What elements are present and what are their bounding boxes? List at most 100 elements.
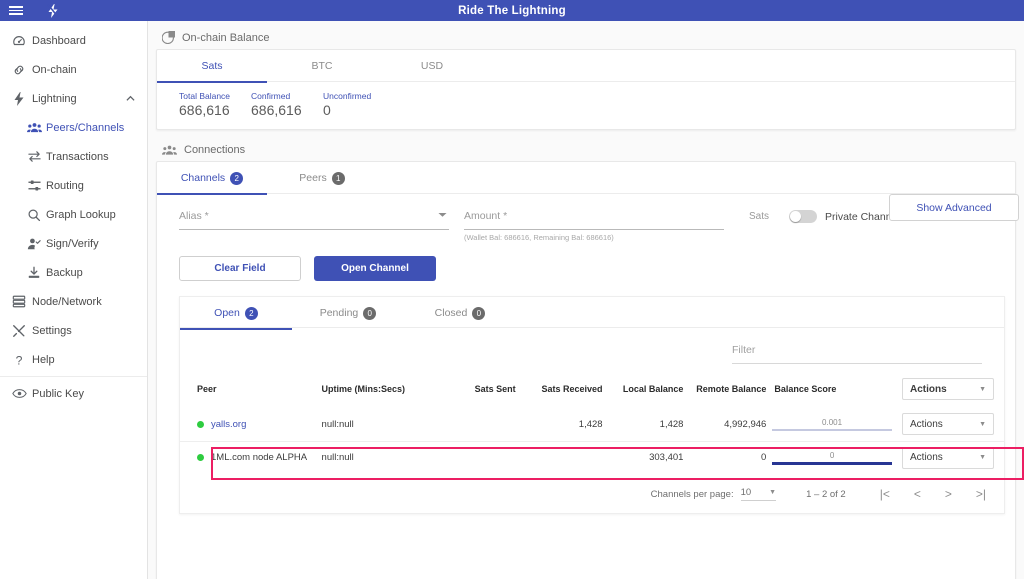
filter-row: Filter — [180, 328, 1004, 364]
pie-chart-icon — [162, 31, 175, 44]
search-icon — [22, 208, 46, 222]
sidebar-item-help[interactable]: ? Help — [0, 345, 147, 374]
tab-label: Open — [214, 307, 240, 319]
sidebar-item-dashboard[interactable]: Dashboard — [0, 26, 147, 55]
chevron-down-icon: ▼ — [979, 420, 986, 428]
sidebar-item-settings[interactable]: Settings — [0, 316, 147, 345]
stat-confirmed: Confirmed 686,616 — [251, 91, 323, 118]
cell-remote-balance: 0 — [683, 440, 767, 474]
show-advanced-button[interactable]: Show Advanced — [889, 194, 1019, 221]
tab-label: Sats — [201, 60, 223, 72]
actions-label: Actions — [910, 418, 943, 430]
tab-closed[interactable]: Closed 0 — [404, 297, 516, 329]
sidebar-item-routing[interactable]: Routing — [0, 171, 147, 200]
tab-badge: 2 — [230, 171, 244, 185]
connections-card: Channels 2 Peers 1 Alias * Amount * (Wal… — [156, 161, 1019, 579]
row-actions-button[interactable]: Actions ▼ — [902, 413, 994, 436]
amount-field[interactable]: Amount * (Wallet Bal: 686616, Remaining … — [464, 210, 769, 242]
onchain-balance-card: Sats BTC USD Total Balance 686,616 Confi… — [156, 49, 1016, 130]
tab-badge: 0 — [472, 306, 486, 320]
cell-sats-received: 1,428 — [578, 418, 603, 430]
tab-label: Peers — [299, 172, 327, 184]
tools-icon — [6, 324, 32, 338]
section-title: Connections — [184, 144, 246, 156]
amount-label: Amount * — [464, 210, 508, 222]
question-icon: ? — [6, 353, 32, 367]
sidebar-item-label: Backup — [46, 266, 83, 279]
balance-stats: Total Balance 686,616 Confirmed 686,616 … — [157, 82, 1015, 129]
sidebar-item-label: Graph Lookup — [46, 208, 116, 221]
server-icon — [6, 295, 32, 308]
top-bar: Ride The Lightning — [0, 0, 1024, 21]
private-channel-toggle[interactable] — [789, 210, 817, 223]
open-channel-button[interactable]: Open Channel — [314, 256, 436, 281]
tab-badge: 2 — [244, 306, 258, 320]
table-body: yalls.org null:null 1,428 1,428 4,992,94… — [180, 408, 1004, 474]
peer-name[interactable]: yalls.org — [211, 419, 246, 430]
stat-value: 686,616 — [251, 102, 302, 118]
hamburger-menu-icon[interactable] — [9, 6, 23, 15]
tab-peers[interactable]: Peers 1 — [267, 162, 377, 194]
sidebar-item-backup[interactable]: Backup — [0, 258, 147, 287]
balance-score-value: 0 — [829, 451, 835, 460]
tab-label: BTC — [311, 60, 333, 72]
clear-field-button[interactable]: Clear Field — [179, 256, 301, 281]
row-actions-button[interactable]: Actions ▼ — [902, 446, 994, 469]
last-page-icon[interactable]: >| — [976, 487, 986, 501]
sidebar-item-peers-channels[interactable]: Peers/Channels — [0, 113, 147, 142]
per-page-value: 10 — [740, 487, 752, 498]
cell-remote-balance: 4,992,946 — [724, 418, 767, 430]
tab-usd[interactable]: USD — [377, 50, 487, 82]
stat-unconfirmed: Unconfirmed 0 — [323, 91, 395, 118]
column-header-balance-score: Balance Score — [774, 384, 837, 394]
stat-value: 0 — [323, 102, 331, 118]
table-row[interactable]: 1ML.com node ALPHA null:null 303,401 0 0 — [180, 440, 1004, 474]
first-page-icon[interactable]: |< — [880, 487, 890, 501]
sidebar-item-label: Node/Network — [32, 295, 102, 308]
chevron-down-icon[interactable] — [438, 212, 447, 218]
sidebar-item-transactions[interactable]: Transactions — [0, 142, 147, 171]
table-row[interactable]: yalls.org null:null 1,428 1,428 4,992,94… — [180, 408, 1004, 441]
tab-label: Channels — [180, 172, 226, 184]
sidebar-item-lightning[interactable]: Lightning — [0, 84, 147, 113]
sidebar-item-public-key[interactable]: Public Key — [0, 379, 147, 408]
chevron-up-icon[interactable] — [126, 95, 135, 102]
cell-sats-received — [515, 440, 603, 474]
chevron-down-icon: ▼ — [769, 489, 777, 496]
tab-sats[interactable]: Sats — [157, 50, 267, 83]
balance-currency-tabs: Sats BTC USD — [157, 50, 1015, 83]
sidebar-divider — [0, 376, 147, 377]
column-header-sats-sent: Sats Sent — [474, 384, 516, 394]
sidebar-item-label: On-chain — [32, 63, 77, 76]
previous-page-icon[interactable]: < — [914, 487, 921, 501]
tab-btc[interactable]: BTC — [267, 50, 377, 82]
sidebar-item-on-chain[interactable]: On-chain — [0, 55, 147, 84]
sidebar-item-node-network[interactable]: Node/Network — [0, 287, 147, 316]
routing-icon — [22, 179, 46, 192]
cell-peer: 1ML.com node ALPHA — [180, 440, 322, 474]
sidebar-item-label: Routing — [46, 179, 84, 192]
sidebar-item-label: Transactions — [46, 150, 109, 163]
people-group-icon — [22, 121, 46, 134]
open-channel-form: Alias * Amount * (Wallet Bal: 686616, Re… — [157, 194, 1019, 242]
private-channel-toggle-group[interactable]: Private Channel — [789, 210, 900, 223]
filter-field[interactable]: Filter — [732, 344, 982, 364]
column-header-remote-balance: Remote Balance — [696, 384, 767, 394]
actions-header-button[interactable]: Actions ▼ — [902, 378, 994, 400]
cell-local-balance: 1,428 — [659, 418, 684, 430]
tab-pending[interactable]: Pending 0 — [292, 297, 404, 329]
peer-name: 1ML.com node ALPHA — [211, 452, 308, 464]
alias-field[interactable]: Alias * — [179, 210, 449, 230]
sidebar-item-sign-verify[interactable]: Sign/Verify — [0, 229, 147, 258]
sidebar-item-label: Dashboard — [32, 34, 86, 47]
tab-open[interactable]: Open 2 — [180, 297, 292, 330]
lightning-bolt-icon[interactable] — [47, 3, 59, 18]
cell-peer: yalls.org — [180, 408, 322, 441]
sidebar-item-graph-lookup[interactable]: Graph Lookup — [0, 200, 147, 229]
form-buttons: Clear Field Open Channel — [157, 242, 1015, 281]
next-page-icon[interactable]: > — [945, 487, 952, 501]
tab-channels[interactable]: Channels 2 — [157, 162, 267, 195]
stat-label: Unconfirmed — [323, 91, 372, 101]
app-title: Ride The Lightning — [458, 4, 566, 17]
per-page-select[interactable]: 10 ▼ — [740, 487, 777, 501]
